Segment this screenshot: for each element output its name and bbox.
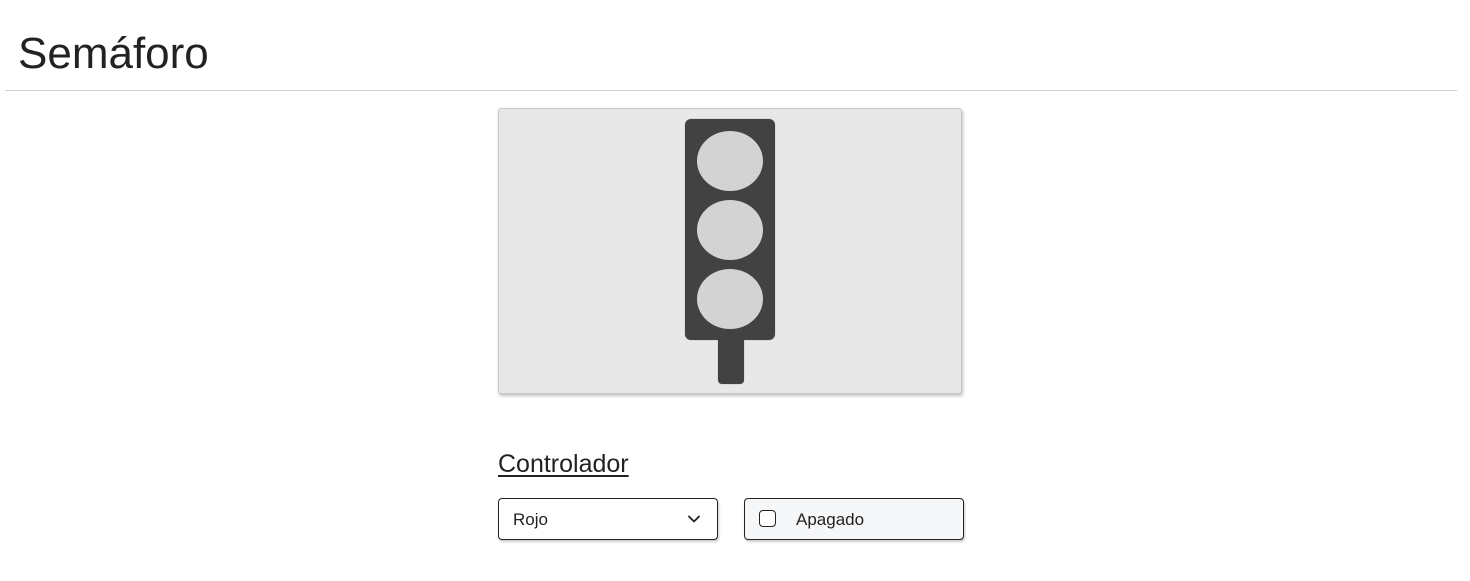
traffic-light-panel <box>498 108 962 394</box>
controller-heading: Controlador <box>498 450 629 478</box>
page: Semáforo Controlador Rojo Apagado <box>0 0 1470 581</box>
chevron-down-icon <box>688 515 700 523</box>
yellow-lamp <box>697 200 763 260</box>
header-divider <box>5 90 1457 91</box>
green-lamp <box>697 269 763 329</box>
traffic-light-pole <box>718 340 744 384</box>
power-toggle-label: Apagado <box>796 510 865 529</box>
red-lamp <box>697 131 763 191</box>
traffic-light-housing <box>685 119 775 340</box>
page-title: Semáforo <box>18 29 209 78</box>
light-color-select[interactable]: Rojo <box>498 498 718 540</box>
power-checkbox[interactable] <box>759 510 776 527</box>
selected-color-value: Rojo <box>513 510 548 529</box>
power-toggle[interactable]: Apagado <box>744 498 964 540</box>
